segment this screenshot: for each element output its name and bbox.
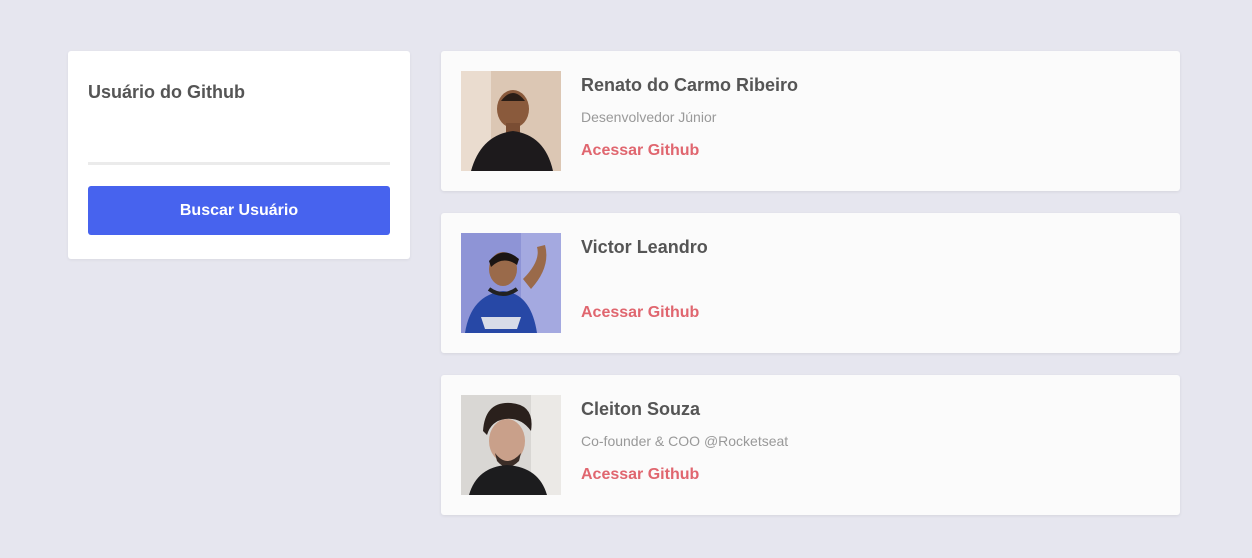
user-card: Renato do Carmo Ribeiro Desenvolvedor Jú…	[441, 51, 1180, 191]
user-avatar	[461, 71, 561, 171]
user-bio: Desenvolvedor Júnior	[581, 109, 717, 125]
search-user-button[interactable]: Buscar Usuário	[88, 186, 390, 235]
user-avatar	[461, 233, 561, 333]
github-link[interactable]: Acessar Github	[581, 466, 699, 484]
search-title: Usuário do Github	[88, 82, 245, 102]
user-card: Victor Leandro Acessar Github	[441, 213, 1180, 353]
user-bio: Co-founder & COO @Rocketseat	[581, 433, 789, 449]
github-link[interactable]: Acessar Github	[581, 142, 699, 160]
github-user-input[interactable]	[88, 125, 390, 165]
user-avatar	[461, 395, 561, 495]
user-card: Cleiton Souza Co-founder & COO @Rocketse…	[441, 375, 1180, 515]
github-link[interactable]: Acessar Github	[581, 304, 699, 322]
user-name: Victor Leandro	[581, 237, 708, 257]
user-name: Renato do Carmo Ribeiro	[581, 75, 799, 95]
user-name: Cleiton Souza	[581, 399, 701, 419]
search-panel: Usuário do Github Buscar Usuário	[68, 51, 410, 259]
